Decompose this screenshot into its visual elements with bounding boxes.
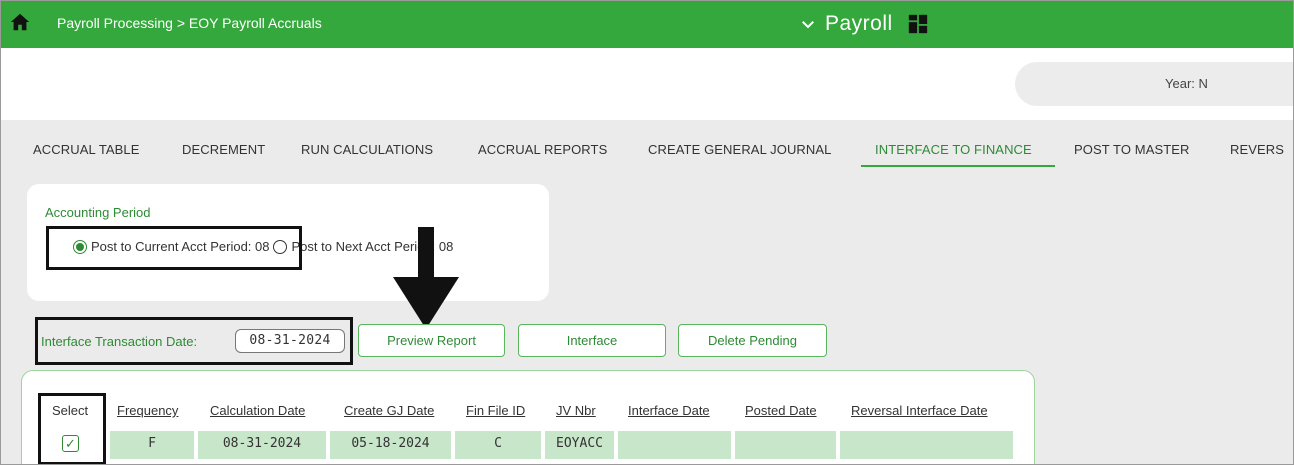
cell-calculation-date: 08-31-2024: [198, 431, 326, 459]
cell-frequency: F: [110, 431, 194, 459]
cell-posted-date: [735, 431, 836, 459]
context-strip: Year: N: [1, 48, 1293, 120]
tab-bar: ACCRUAL TABLE DECREMENT RUN CALCULATIONS…: [1, 120, 1293, 172]
cell-interface-date: [618, 431, 731, 459]
col-header-jv-nbr[interactable]: JV Nbr: [556, 403, 596, 418]
cell-reversal-interface-date: [840, 431, 1013, 459]
tab-accrual-reports[interactable]: ACCRUAL REPORTS: [478, 142, 607, 157]
cell-jv-nbr: EOYACC: [545, 431, 614, 459]
col-header-fin-file-id[interactable]: Fin File ID: [466, 403, 525, 418]
app-window: Payroll Processing > EOY Payroll Accrual…: [0, 0, 1294, 465]
col-header-create-gj-date[interactable]: Create GJ Date: [344, 403, 434, 418]
highlight-select-column: [38, 393, 106, 464]
chevron-down-icon: [802, 21, 814, 29]
tab-run-calculations[interactable]: RUN CALCULATIONS: [301, 142, 433, 157]
year-selector[interactable]: Year: N: [1015, 62, 1293, 106]
tab-decrement[interactable]: DECREMENT: [182, 142, 265, 157]
col-header-calculation-date[interactable]: Calculation Date: [210, 403, 305, 418]
interface-button[interactable]: Interface: [518, 324, 666, 357]
home-icon[interactable]: [9, 11, 31, 33]
cell-fin-file-id: C: [455, 431, 541, 459]
top-bar: Payroll Processing > EOY Payroll Accrual…: [1, 1, 1293, 48]
tab-create-general-journal[interactable]: CREATE GENERAL JOURNAL: [648, 142, 832, 157]
breadcrumb[interactable]: Payroll Processing > EOY Payroll Accrual…: [57, 15, 322, 31]
col-header-posted-date[interactable]: Posted Date: [745, 403, 817, 418]
active-tab-indicator: [861, 165, 1055, 167]
annotation-arrow-icon: [393, 227, 459, 329]
app-name: Payroll: [825, 12, 893, 35]
tab-post-to-master[interactable]: POST TO MASTER: [1074, 142, 1190, 157]
tab-accrual-table[interactable]: ACCRUAL TABLE: [33, 142, 140, 157]
delete-pending-button[interactable]: Delete Pending: [678, 324, 827, 357]
tab-interface-to-finance[interactable]: INTERFACE TO FINANCE: [875, 142, 1032, 157]
tab-reversal[interactable]: REVERS: [1230, 142, 1284, 157]
col-header-frequency[interactable]: Frequency: [117, 403, 178, 418]
cell-create-gj-date: 05-18-2024: [330, 431, 451, 459]
highlight-transaction-date: [35, 317, 353, 365]
highlight-current-period: [46, 226, 302, 270]
app-switcher[interactable]: Payroll: [799, 9, 929, 39]
apps-grid-icon[interactable]: [907, 13, 929, 35]
col-header-reversal-interface-date[interactable]: Reversal Interface Date: [851, 403, 988, 418]
col-header-interface-date[interactable]: Interface Date: [628, 403, 710, 418]
year-label: Year: N: [1165, 76, 1208, 91]
accounting-period-title: Accounting Period: [45, 205, 151, 220]
preview-report-button[interactable]: Preview Report: [358, 324, 505, 357]
